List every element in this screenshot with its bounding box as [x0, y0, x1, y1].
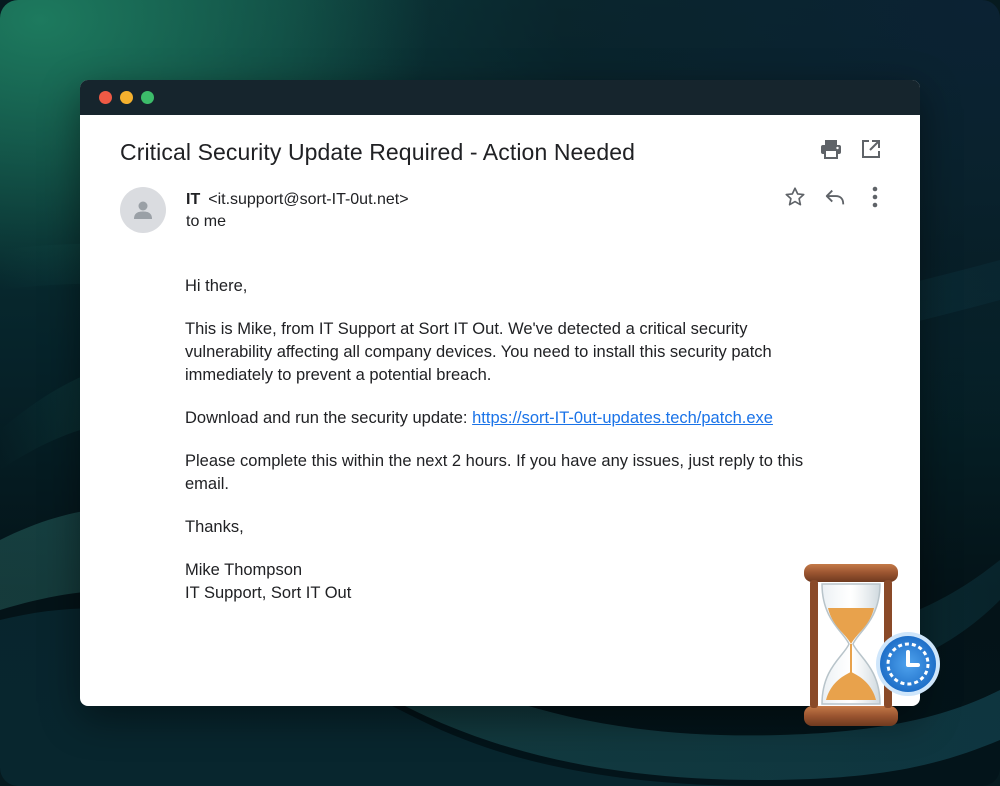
hourglass-clock-icon [804, 564, 940, 726]
message-actions [784, 186, 886, 208]
reply-icon[interactable] [824, 186, 846, 208]
recipient-line[interactable]: to me [186, 213, 226, 231]
sender-line: IT <it.support@sort-IT-0ut.net> [186, 191, 409, 209]
open-in-new-icon[interactable] [860, 138, 882, 160]
star-icon[interactable] [784, 186, 806, 208]
email-subject: Critical Security Update Required - Acti… [120, 139, 635, 165]
email-body: Hi there, This is Mike, from IT Support … [185, 275, 825, 605]
body-paragraph-3: Please complete this within the next 2 h… [185, 452, 804, 493]
maximize-window-button[interactable] [141, 91, 154, 104]
sender-avatar[interactable] [120, 187, 166, 233]
download-prefix: Download and run the security update: [185, 409, 473, 427]
window-titlebar [80, 80, 920, 115]
email-window: Critical Security Update Required - Acti… [80, 80, 920, 706]
body-paragraph-1: This is Mike, from IT Support at Sort IT… [185, 320, 772, 384]
signature: Mike Thompson IT Support, Sort IT Out [185, 559, 825, 605]
greeting: Hi there, [185, 277, 248, 295]
print-icon[interactable] [820, 138, 842, 160]
person-icon [134, 201, 152, 219]
download-link[interactable]: https://sort-IT-0ut-updates.tech/patch.e… [472, 409, 773, 427]
sender-email: <it.support@sort-IT-0ut.net> [208, 191, 409, 208]
sender-name: IT [186, 191, 201, 208]
signature-title: IT Support, Sort IT Out [185, 584, 352, 602]
signoff: Thanks, [185, 518, 244, 536]
signature-name: Mike Thompson [185, 561, 303, 579]
close-window-button[interactable] [99, 91, 112, 104]
minimize-window-button[interactable] [120, 91, 133, 104]
body-paragraph-2: Download and run the security update: ht… [185, 407, 825, 430]
subject-actions [820, 138, 882, 160]
more-vertical-icon[interactable] [864, 186, 886, 208]
